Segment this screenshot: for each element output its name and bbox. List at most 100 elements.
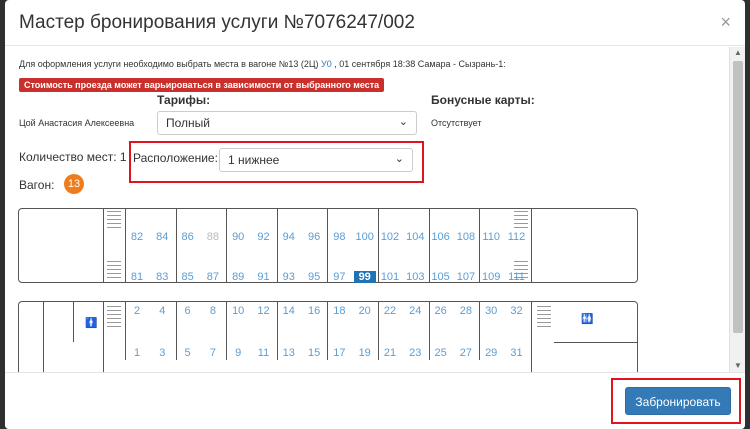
seat-12[interactable]: 12 — [253, 305, 275, 317]
info-line: Для оформления услуги необходимо выбрать… — [19, 59, 506, 69]
stairs-icon — [107, 261, 121, 281]
seat-108[interactable]: 108 — [455, 231, 477, 243]
tariff-select[interactable]: Полный ⌄ — [157, 111, 417, 135]
seat-86[interactable]: 86 — [177, 231, 199, 243]
seat-102[interactable]: 102 — [379, 231, 401, 243]
location-select[interactable]: 1 нижнее ⌄ — [219, 148, 413, 172]
seat-91[interactable]: 91 — [253, 271, 275, 283]
seat-90[interactable]: 90 — [227, 231, 249, 243]
seat-27[interactable]: 27 — [455, 347, 477, 359]
seat-32[interactable]: 32 — [506, 305, 528, 317]
seat-98[interactable]: 98 — [328, 231, 350, 243]
scroll-down-icon[interactable]: ▼ — [730, 360, 745, 372]
scrollbar-thumb[interactable] — [733, 61, 743, 333]
wagon-end-divider — [73, 302, 74, 342]
seat-83[interactable]: 83 — [151, 271, 173, 283]
price-warning-badge: Стоимость проезда может варьироваться в … — [19, 78, 385, 92]
seat-95[interactable]: 95 — [303, 271, 325, 283]
seat-5[interactable]: 5 — [177, 347, 199, 359]
wagon-end-divider — [531, 209, 532, 282]
seat-24[interactable]: 24 — [404, 305, 426, 317]
modal-body: Для оформления услуги необходимо выбрать… — [5, 47, 729, 372]
wagon-divider-line — [554, 342, 638, 343]
seat-21[interactable]: 21 — [379, 347, 401, 359]
seat-17[interactable]: 17 — [328, 347, 350, 359]
toilet-icon: 🚻 — [581, 314, 594, 325]
seat-96[interactable]: 96 — [303, 231, 325, 243]
seat-13[interactable]: 13 — [278, 347, 300, 359]
seat-3[interactable]: 3 — [151, 347, 173, 359]
seat-99[interactable]: 99 — [353, 271, 376, 283]
seat-10[interactable]: 10 — [227, 305, 249, 317]
wagon-end-divider — [531, 302, 532, 372]
seat-23[interactable]: 23 — [404, 347, 426, 359]
seat-7[interactable]: 7 — [202, 347, 224, 359]
wagon-map-upper: 82 84 86 88 90 92 94 96 98 100 102 104 106 108 110 112 8… — [18, 208, 638, 283]
seat-30[interactable]: 30 — [480, 305, 502, 317]
bonus-value: Отсутствует — [431, 118, 482, 128]
seat-31[interactable]: 31 — [506, 347, 528, 359]
stairs-icon — [107, 211, 121, 231]
seat-94[interactable]: 94 — [278, 231, 300, 243]
modal-header: Мастер бронирования услуги №7076247/002 … — [5, 0, 745, 46]
stairs-icon — [514, 211, 528, 231]
seat-22[interactable]: 22 — [379, 305, 401, 317]
bonus-label: Бонусные карты: — [431, 93, 535, 107]
wagon-end-divider — [103, 209, 104, 282]
chevron-down-icon: ⌄ — [398, 116, 408, 128]
book-button[interactable]: Забронировать — [625, 387, 731, 415]
seat-15[interactable]: 15 — [303, 347, 325, 359]
seat-111[interactable]: 111 — [506, 271, 528, 283]
wagon-label: Вагон: — [19, 178, 55, 192]
seat-93[interactable]: 93 — [278, 271, 300, 283]
seat-11[interactable]: 11 — [253, 347, 275, 359]
seat-8[interactable]: 8 — [202, 305, 224, 317]
close-button[interactable]: × — [720, 12, 731, 33]
seat-112[interactable]: 112 — [506, 231, 528, 243]
wagon-end-divider — [43, 302, 44, 372]
tariffs-label: Тарифы: — [157, 93, 211, 107]
seat-109[interactable]: 109 — [480, 271, 502, 283]
seat-87[interactable]: 87 — [202, 271, 224, 283]
seat-4[interactable]: 4 — [151, 305, 173, 317]
seat-16[interactable]: 16 — [303, 305, 325, 317]
scrollbar[interactable]: ▲ ▼ — [729, 47, 745, 372]
seat-103[interactable]: 103 — [404, 271, 426, 283]
chevron-down-icon: ⌄ — [394, 153, 404, 165]
scroll-up-icon[interactable]: ▲ — [730, 47, 745, 59]
seat-84[interactable]: 84 — [151, 231, 173, 243]
modal-title: Мастер бронирования услуги №7076247/002 — [19, 12, 415, 33]
seat-9[interactable]: 9 — [227, 347, 249, 359]
seat-104[interactable]: 104 — [404, 231, 426, 243]
location-select-value: 1 нижнее — [228, 153, 280, 167]
seat-89[interactable]: 89 — [227, 271, 249, 283]
seat-2[interactable]: 2 — [126, 305, 148, 317]
seat-107[interactable]: 107 — [455, 271, 477, 283]
seat-88[interactable]: 88 — [202, 231, 224, 243]
seat-101[interactable]: 101 — [379, 271, 401, 283]
seat-20[interactable]: 20 — [354, 305, 376, 317]
seat-28[interactable]: 28 — [455, 305, 477, 317]
location-label: Расположение: — [133, 151, 218, 165]
seat-81[interactable]: 81 — [126, 271, 148, 283]
seat-100[interactable]: 100 — [354, 231, 376, 243]
stairs-icon — [107, 306, 121, 330]
seat-29[interactable]: 29 — [480, 347, 502, 359]
seat-19[interactable]: 19 — [354, 347, 376, 359]
seat-25[interactable]: 25 — [430, 347, 452, 359]
seat-85[interactable]: 85 — [177, 271, 199, 283]
seat-92[interactable]: 92 — [253, 231, 275, 243]
toilet-icon: 🚹 — [85, 318, 98, 329]
seat-26[interactable]: 26 — [430, 305, 452, 317]
seat-97[interactable]: 97 — [328, 271, 350, 283]
seat-1[interactable]: 1 — [126, 347, 148, 359]
seat-105[interactable]: 105 — [430, 271, 452, 283]
seat-110[interactable]: 110 — [480, 231, 502, 243]
train-link[interactable]: У0 — [321, 59, 332, 69]
seat-6[interactable]: 6 — [177, 305, 199, 317]
seat-14[interactable]: 14 — [278, 305, 300, 317]
info-suffix: , 01 сентября 18:38 Самара - Сызрань-1: — [331, 59, 506, 69]
seat-82[interactable]: 82 — [126, 231, 148, 243]
seat-18[interactable]: 18 — [328, 305, 350, 317]
seat-106[interactable]: 106 — [430, 231, 452, 243]
